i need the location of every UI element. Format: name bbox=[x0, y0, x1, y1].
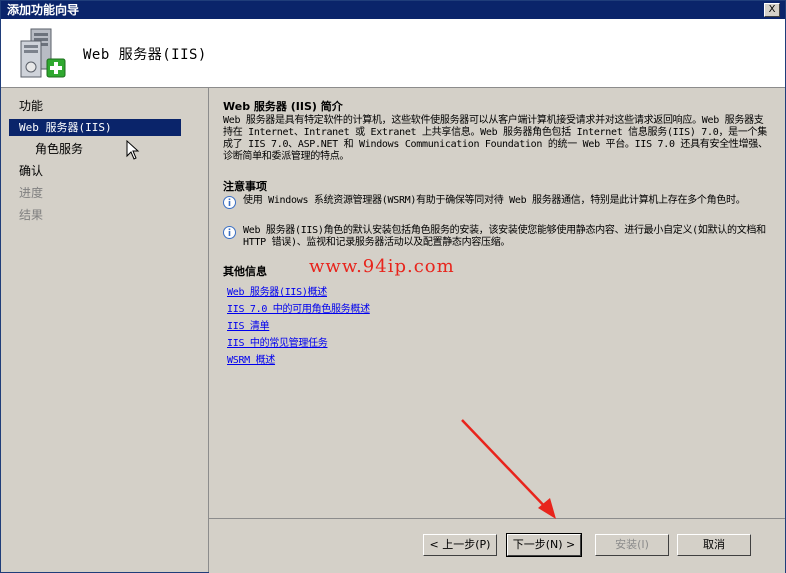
note-text: 使用 Windows 系统资源管理器(WSRM)有助于确保等同对待 Web 服务… bbox=[243, 195, 746, 206]
link-common-admin-tasks[interactable]: IIS 中的常见管理任务 bbox=[227, 334, 328, 349]
step-role-services[interactable]: 角色服务 bbox=[9, 141, 181, 158]
info-icon bbox=[223, 226, 236, 239]
step-label: 功能 bbox=[19, 99, 44, 113]
notes-title: 注意事项 bbox=[223, 180, 267, 193]
intro-text: Web 服务器是具有特定软件的计算机，这些软件使服务器可以从客户端计算机接受请求… bbox=[223, 115, 768, 162]
more-info-title: 其他信息 bbox=[223, 265, 267, 278]
cancel-button[interactable]: 取消 bbox=[677, 534, 751, 556]
wizard-header: Web 服务器(IIS) bbox=[1, 19, 785, 88]
note-text: Web 服务器(IIS)角色的默认安装包括角色服务的安装，该安装使您能够使用静态… bbox=[243, 225, 766, 248]
window-title: 添加功能向导 bbox=[7, 3, 80, 17]
info-icon bbox=[223, 196, 236, 209]
annotation-arrow-icon bbox=[461, 419, 556, 519]
step-progress: 进度 bbox=[9, 185, 181, 202]
wizard-footer: < 上一步(P) 下一步(N) > 安装(I) 取消 bbox=[209, 518, 785, 573]
close-icon: X bbox=[768, 4, 776, 15]
step-label: 进度 bbox=[19, 186, 44, 200]
close-button[interactable]: X bbox=[764, 3, 780, 17]
step-label: Web 服务器(IIS) bbox=[19, 121, 112, 134]
link-iis-checklist[interactable]: IIS 清单 bbox=[227, 317, 270, 332]
step-label: 角色服务 bbox=[35, 142, 84, 156]
step-web-server[interactable]: Web 服务器(IIS) bbox=[9, 119, 181, 136]
step-features[interactable]: 功能 bbox=[9, 98, 181, 115]
link-wsrm-overview[interactable]: WSRM 概述 bbox=[227, 351, 275, 366]
step-label: 确认 bbox=[19, 164, 44, 178]
wizard-steps-sidebar: 功能 Web 服务器(IIS) 角色服务 确认 进度 结果 bbox=[1, 88, 209, 572]
link-role-services-overview[interactable]: IIS 7.0 中的可用角色服务概述 bbox=[227, 300, 370, 315]
server-add-icon bbox=[20, 28, 66, 78]
install-button: 安装(I) bbox=[595, 534, 669, 556]
mouse-cursor-icon bbox=[126, 140, 140, 160]
page-title: Web 服务器(IIS) bbox=[83, 47, 207, 63]
step-label: 结果 bbox=[19, 208, 44, 222]
title-bar[interactable]: 添加功能向导 X bbox=[1, 1, 785, 19]
step-results: 结果 bbox=[9, 207, 181, 224]
watermark-text: www.94ip.com bbox=[309, 256, 455, 277]
intro-title: Web 服务器 (IIS) 简介 bbox=[223, 100, 343, 113]
back-button[interactable]: < 上一步(P) bbox=[423, 534, 497, 556]
wizard-window: 添加功能向导 X Web 服务器(IIS) 功能 Web 服务器(IIS) 角色… bbox=[0, 0, 786, 573]
next-button[interactable]: 下一步(N) > bbox=[506, 533, 582, 557]
link-web-server-overview[interactable]: Web 服务器(IIS)概述 bbox=[227, 283, 327, 298]
step-confirmation[interactable]: 确认 bbox=[9, 163, 181, 180]
